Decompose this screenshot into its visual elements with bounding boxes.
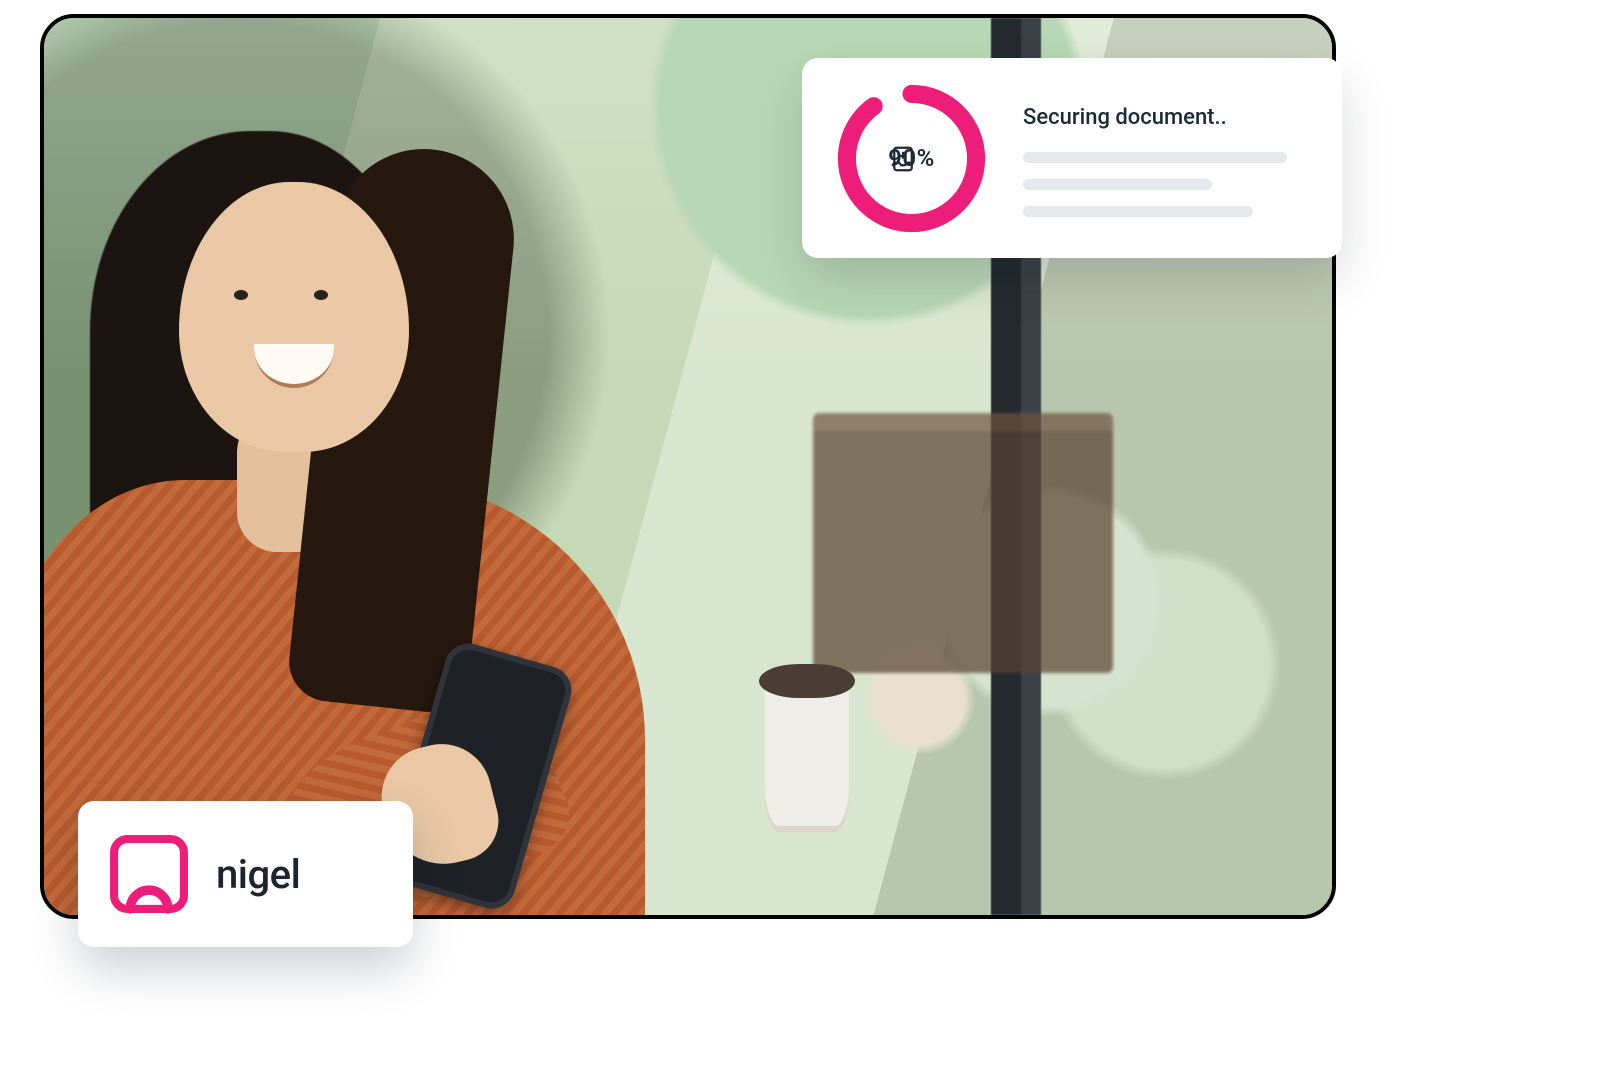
- progress-ring: 90%: [834, 81, 989, 236]
- placeholder-line: [1023, 152, 1287, 163]
- person-with-phone: [44, 63, 817, 915]
- progress-title: Securing document..: [1023, 105, 1310, 130]
- placeholder-line: [1023, 179, 1212, 190]
- progress-card: 90% Securing document..: [802, 58, 1342, 258]
- nigel-logo-icon: [106, 831, 192, 917]
- brand-card: nigel: [78, 801, 413, 947]
- brand-name: nigel: [216, 851, 300, 898]
- document-inbox-icon: [888, 144, 918, 174]
- placeholder-line: [1023, 206, 1253, 217]
- plant-shelf: [813, 413, 1113, 673]
- hero-frame: 90% Securing document.. nigel: [40, 14, 1336, 919]
